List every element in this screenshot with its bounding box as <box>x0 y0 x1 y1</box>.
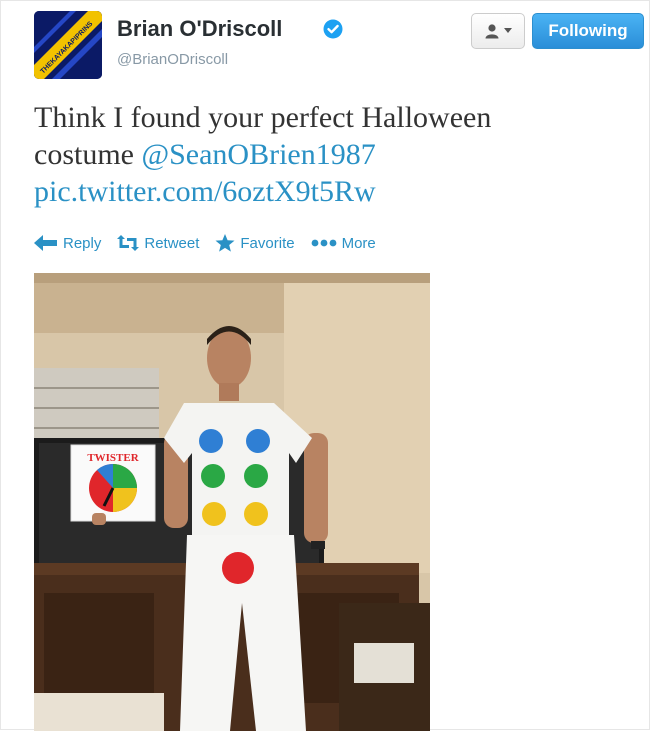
following-button[interactable]: Following <box>532 13 644 49</box>
tweet-card: THEKAYAKAPIPRINS Brian O'Driscoll @Brian… <box>0 0 650 731</box>
mention-link[interactable]: @SeanOBrien1987 <box>141 138 375 171</box>
retweet-label: Retweet <box>144 234 200 252</box>
tweet-actions: Reply Retweet Favorite More <box>34 234 392 252</box>
user-icon <box>485 24 499 39</box>
retweet-button[interactable]: Retweet <box>117 235 199 252</box>
caret-down-icon <box>504 28 512 33</box>
tweet-line-2: costume @SeanOBrien1987 <box>34 136 614 173</box>
reply-icon <box>34 235 57 251</box>
reply-label: Reply <box>63 234 102 252</box>
tweet-photo[interactable]: TWISTER <box>34 273 430 731</box>
pic-link[interactable]: pic.twitter.com/6oztX9t5Rw <box>34 173 614 210</box>
verified-badge-icon <box>323 19 343 39</box>
user-handle[interactable]: @BrianODriscoll <box>117 51 228 68</box>
favorite-label: Favorite <box>240 234 295 252</box>
retweet-icon <box>117 235 140 251</box>
avatar[interactable]: THEKAYAKAPIPRINS <box>34 11 102 79</box>
display-name[interactable]: Brian O'Driscoll <box>117 16 282 42</box>
tweet-text: Think I found your perfect Halloween cos… <box>34 99 614 210</box>
twister-board-title: TWISTER <box>87 452 139 464</box>
tweet-text-costume: costume <box>34 138 142 171</box>
tweet-line-1: Think I found your perfect Halloween <box>34 101 492 134</box>
star-icon <box>215 234 235 252</box>
user-actions-dropdown[interactable] <box>471 13 525 49</box>
favorite-button[interactable]: Favorite <box>215 234 295 252</box>
more-dots-icon <box>311 239 336 247</box>
more-button[interactable]: More <box>311 235 376 252</box>
more-label: More <box>341 234 376 252</box>
reply-button[interactable]: Reply <box>34 235 101 252</box>
